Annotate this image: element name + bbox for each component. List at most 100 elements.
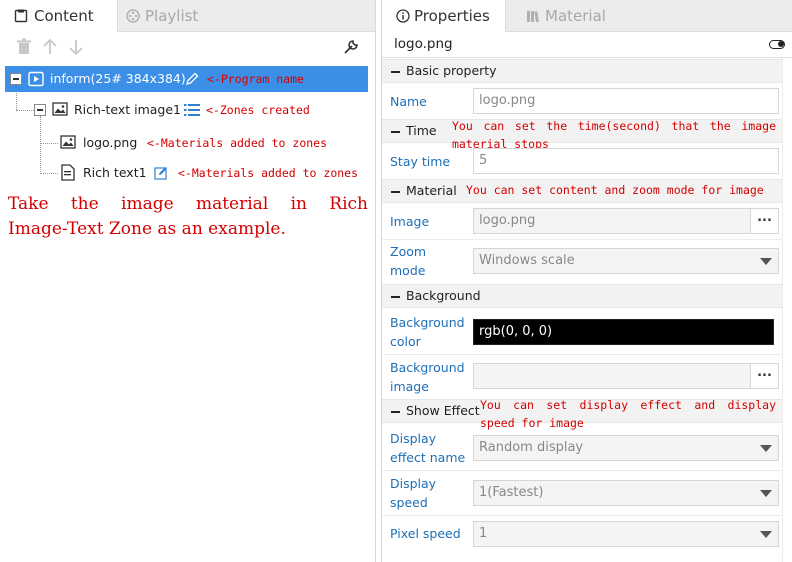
chevron-down-icon [760, 258, 772, 265]
image-icon [60, 135, 76, 149]
display-effect-label: Display effect name [390, 431, 466, 465]
right-tabbar: Properties Material [382, 0, 792, 32]
annotation-material: You can set content and zoom mode for im… [466, 183, 764, 197]
image-label: Image [390, 214, 430, 229]
collapse-icon [391, 131, 400, 133]
tab-properties[interactable]: Properties [382, 0, 506, 32]
display-speed-value: 1(Fastest) [479, 485, 544, 500]
collapse-icon [391, 296, 400, 298]
edit-square-icon[interactable] [154, 166, 168, 180]
pixel-speed-select[interactable]: 1 [473, 521, 779, 547]
tree-item-material-richtext[interactable]: Rich text1 <-Materials added to zones [58, 160, 370, 186]
chevron-down-icon [760, 531, 772, 538]
program-name: inform(25# 384x384) [50, 71, 186, 86]
material-name: Rich text1 [83, 165, 147, 180]
tab-playlist-label: Playlist [145, 7, 199, 25]
left-tabbar: Content Playlist [0, 0, 375, 32]
row-divider [382, 239, 782, 240]
annotation-zone: <-Zones created [206, 103, 310, 117]
play-box-icon [28, 71, 44, 87]
toggle-switch[interactable] [769, 40, 785, 49]
section-background[interactable]: Background [382, 284, 782, 308]
trash-icon[interactable] [14, 37, 34, 57]
scrollbar[interactable] [782, 58, 792, 562]
arrow-up-icon[interactable] [40, 37, 60, 57]
properties-panel: Properties Material logo.png Basic prope… [381, 0, 792, 562]
tab-playlist[interactable]: Playlist [124, 0, 234, 32]
tab-content[interactable]: Content [0, 0, 118, 32]
stay-time-label: Stay time [390, 154, 451, 169]
pixel-speed-label: Pixel speed [390, 526, 461, 541]
wrench-icon[interactable] [341, 37, 361, 57]
content-panel: Content Playlist inform(25# 384x384) <-P… [0, 0, 376, 562]
library-icon [527, 11, 540, 23]
material-name: logo.png [83, 135, 138, 150]
image-input[interactable]: logo.png ... [473, 208, 779, 234]
collapse-icon [391, 411, 400, 413]
display-effect-select[interactable]: Random display [473, 435, 779, 461]
film-reel-icon [126, 9, 140, 23]
tree-item-zone[interactable]: Rich-text image1 <-Zones created [30, 97, 370, 123]
document-icon [61, 164, 75, 181]
row-divider [382, 515, 782, 516]
tab-material[interactable]: Material [524, 0, 644, 32]
book-icon [14, 9, 28, 23]
collapse-icon [391, 191, 400, 193]
name-input[interactable]: logo.png [473, 88, 779, 114]
pixel-speed-value: 1 [479, 526, 488, 541]
background-color-label: Background color [390, 315, 465, 349]
properties-header: logo.png [382, 32, 792, 58]
note-line: Image-Text Zone as an example. [8, 219, 286, 239]
annotation-program: <-Program name [207, 72, 304, 86]
image-value: logo.png [479, 213, 536, 228]
section-title: Time [406, 123, 437, 138]
section-title: Basic property [406, 63, 497, 78]
tab-properties-label: Properties [414, 7, 490, 25]
tree-connector [40, 116, 41, 174]
background-image-input[interactable]: ... [473, 363, 779, 389]
background-image-label: Background image [390, 360, 465, 394]
name-value: logo.png [479, 93, 536, 108]
section-title: Show Effect [406, 403, 480, 418]
zone-name: Rich-text image1 [74, 102, 181, 117]
stay-time-input[interactable]: 5 [473, 148, 779, 174]
list-icon[interactable] [184, 103, 200, 117]
tree-item-program[interactable]: inform(25# 384x384) <-Program name [5, 66, 368, 92]
zoom-mode-select[interactable]: Windows scale [473, 248, 779, 274]
collapse-toggle[interactable] [34, 104, 46, 116]
section-title: Background [406, 288, 481, 303]
name-label: Name [390, 94, 427, 109]
content-toolbar [0, 33, 375, 61]
info-icon [396, 9, 410, 23]
tree-connector [40, 173, 58, 174]
browse-button[interactable]: ... [750, 209, 778, 233]
background-color-value: rgb(0, 0, 0) [479, 324, 553, 339]
chevron-down-icon [760, 445, 772, 452]
chevron-down-icon [760, 490, 772, 497]
row-divider [382, 354, 782, 355]
section-title: Material [406, 183, 457, 198]
zoom-mode-value: Windows scale [479, 253, 575, 268]
pencil-icon[interactable] [185, 72, 199, 86]
example-note: Take the image material in Rich Image-Te… [8, 192, 368, 242]
background-color-input[interactable]: rgb(0, 0, 0) [473, 319, 774, 345]
collapse-toggle[interactable] [10, 73, 22, 85]
annotation-material: <-Materials added to zones [147, 136, 328, 150]
display-speed-label: Display speed [390, 476, 437, 510]
header-title: logo.png [394, 36, 453, 52]
tab-content-label: Content [34, 7, 94, 25]
tab-material-label: Material [545, 7, 606, 25]
arrow-down-icon[interactable] [66, 37, 86, 57]
stay-time-value: 5 [479, 153, 488, 168]
browse-button[interactable]: ... [750, 364, 778, 388]
zoom-mode-label: Zoom mode [390, 244, 427, 278]
image-icon [52, 102, 68, 116]
annotation-effect: You can set display effect and display s… [480, 398, 776, 430]
section-basic[interactable]: Basic property [382, 59, 782, 83]
row-divider [382, 470, 782, 471]
display-effect-value: Random display [479, 440, 584, 455]
note-line: Take the image material in Rich [8, 194, 368, 214]
display-speed-select[interactable]: 1(Fastest) [473, 480, 779, 506]
tree-connector [40, 143, 58, 144]
tree-item-material-logo[interactable]: logo.png <-Materials added to zones [58, 130, 370, 156]
